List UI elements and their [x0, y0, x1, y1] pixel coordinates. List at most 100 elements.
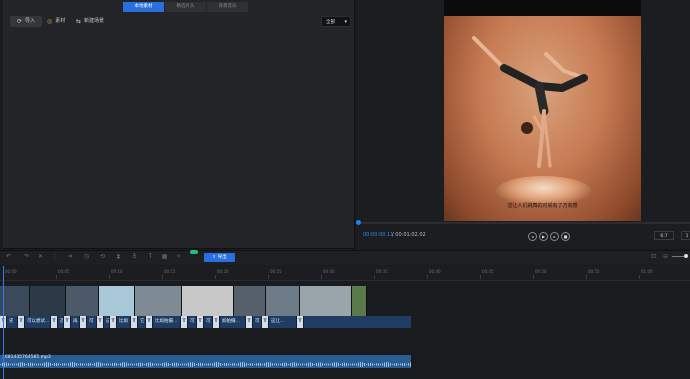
split-icon[interactable]: ⋮ — [51, 253, 58, 260]
subtitle-text-icon[interactable]: T — [197, 316, 204, 328]
duration-icon[interactable]: ◷ — [83, 253, 90, 260]
subtitle-text-icon[interactable]: T — [97, 316, 104, 328]
tab-local-media[interactable]: 本地素材 — [123, 2, 164, 12]
waveform-bar — [370, 362, 371, 367]
delete-icon[interactable]: ✕ — [37, 253, 44, 260]
video-clip[interactable] — [135, 286, 182, 316]
playback-progress-track[interactable] — [358, 222, 690, 224]
subtitle-clip[interactable]: 比如 — [117, 316, 131, 328]
import-button[interactable]: ⟳ 导入 — [10, 16, 42, 27]
subtitle-text-icon[interactable]: T — [181, 316, 188, 328]
waveform-bar — [284, 362, 285, 367]
subtitle-text-icon[interactable]: T — [262, 316, 269, 328]
waveform-bar — [216, 362, 217, 367]
subtitle-clip[interactable]: 再 — [71, 316, 80, 328]
subtitle-text-icon[interactable]: T — [146, 316, 153, 328]
waveform-bar — [140, 362, 141, 367]
waveform-bar — [152, 362, 153, 367]
video-preview[interactable]: 这让人们跳舞的时候有了方向感 — [444, 0, 641, 221]
subtitle-clip[interactable]: 可以想试… — [25, 316, 51, 328]
subtitle-text-icon[interactable]: T — [213, 316, 220, 328]
waveform-bar — [0, 364, 1, 365]
new-scene-button[interactable]: ⇆ 新建场景 — [76, 16, 104, 27]
material-label: 素材 — [55, 18, 66, 24]
ruler-tick-label: 00:10 — [111, 269, 123, 274]
video-clip[interactable] — [66, 286, 99, 316]
redo-icon[interactable]: ↷ — [23, 253, 30, 260]
video-clip[interactable] — [182, 286, 234, 316]
waveform-bar — [212, 363, 213, 366]
waveform-bar — [82, 363, 83, 366]
video-clip[interactable] — [234, 286, 266, 316]
microphone-icon[interactable]: ♁ — [131, 253, 138, 260]
waveform-bar — [400, 363, 401, 366]
aspect-value: 6:7 — [660, 234, 668, 239]
waveform-bar — [368, 363, 369, 366]
subtitle-text-icon[interactable]: T — [131, 316, 138, 328]
mosaic-icon[interactable]: ▦ — [161, 253, 168, 260]
waveform-bar — [188, 362, 189, 367]
subtitle-text-icon[interactable]: T — [80, 316, 87, 328]
waveform-bar — [380, 363, 381, 366]
subtitle-text-icon[interactable]: T — [246, 316, 253, 328]
timeline-ruler[interactable]: 00:00 00:05 00:10 00:15 00:20 00:25 00:30 00:35… — [0, 266, 690, 281]
play-icon[interactable]: ▶ — [539, 232, 548, 241]
subtitle-clip[interactable]: 可 — [87, 316, 97, 328]
video-clip[interactable] — [30, 286, 66, 316]
zoom-out-icon[interactable]: ⊖ — [662, 253, 669, 260]
zoom-slider-knob[interactable] — [684, 254, 688, 258]
filter-select[interactable]: 全部 ▾ — [321, 16, 351, 27]
subtitle-clip[interactable]: 史 — [7, 316, 18, 328]
waveform-bar — [32, 362, 33, 367]
subtitle-clip[interactable]: 可 — [204, 316, 213, 328]
waveform-bar — [52, 363, 53, 366]
subtitle-text-icon[interactable]: T — [18, 316, 25, 328]
waveform-bar — [24, 362, 25, 367]
waveform-bar — [108, 363, 109, 366]
subtitle-clip[interactable]: 可 — [188, 316, 197, 328]
speed-icon[interactable]: ⟲ — [99, 253, 106, 260]
subtitle-clip[interactable]: 它 — [138, 316, 146, 328]
stop-icon[interactable]: ■ — [561, 232, 570, 241]
video-clip[interactable] — [266, 286, 300, 316]
tab-background-music[interactable]: 背景音乐 — [207, 2, 248, 12]
crop-icon[interactable]: ⌗ — [67, 253, 74, 260]
playback-progress-knob[interactable] — [356, 220, 361, 225]
video-clip[interactable] — [352, 286, 367, 316]
waveform-bar — [182, 363, 183, 366]
aspect-ratio-select[interactable]: 6:7 — [654, 231, 674, 240]
subtitle-text-icon[interactable]: T — [51, 316, 58, 328]
waveform-bar — [88, 363, 89, 366]
next-frame-icon[interactable]: ▸ — [550, 232, 559, 241]
waveform-bar — [30, 362, 31, 367]
effects-icon[interactable]: ✧ — [175, 253, 182, 260]
ruler-tick — [639, 275, 640, 279]
tab-intros[interactable]: 精选片头 — [165, 2, 206, 12]
playhead[interactable] — [3, 266, 4, 379]
subtitle-clip[interactable]: 比如拍摄… — [153, 316, 181, 328]
material-button[interactable]: ◎ 素材 — [47, 16, 65, 27]
video-letterbox — [444, 0, 641, 16]
video-clip[interactable] — [0, 286, 30, 316]
waveform-bar — [170, 363, 171, 366]
freeze-icon[interactable]: ⧗ — [115, 253, 122, 260]
subtitle-text-icon[interactable]: T — [110, 316, 117, 328]
waveform-bar — [162, 363, 163, 366]
previous-frame-icon[interactable]: ◂ — [528, 232, 537, 241]
export-button[interactable]: ⇪ 导出 — [204, 253, 235, 262]
waveform-bar — [286, 362, 287, 367]
speed-select[interactable]: 1 — [681, 231, 690, 240]
ruler-tick-label: 00:00 — [5, 269, 17, 274]
video-clip[interactable] — [300, 286, 352, 316]
subtitle-clip[interactable]: 这让… — [269, 316, 297, 328]
video-clip[interactable] — [99, 286, 135, 316]
subtitle-text-icon[interactable]: T — [64, 316, 71, 328]
waveform-bar — [58, 363, 59, 366]
subtitle-text-icon[interactable]: T — [297, 316, 304, 328]
waveform-bar — [70, 362, 71, 367]
undo-icon[interactable]: ↶ — [5, 253, 12, 260]
fit-timeline-icon[interactable]: ⊡ — [650, 253, 657, 260]
subtitle-clip[interactable]: 如拍摄… — [220, 316, 246, 328]
text-icon[interactable]: T — [147, 253, 154, 260]
subtitle-clip[interactable]: 可 — [253, 316, 262, 328]
